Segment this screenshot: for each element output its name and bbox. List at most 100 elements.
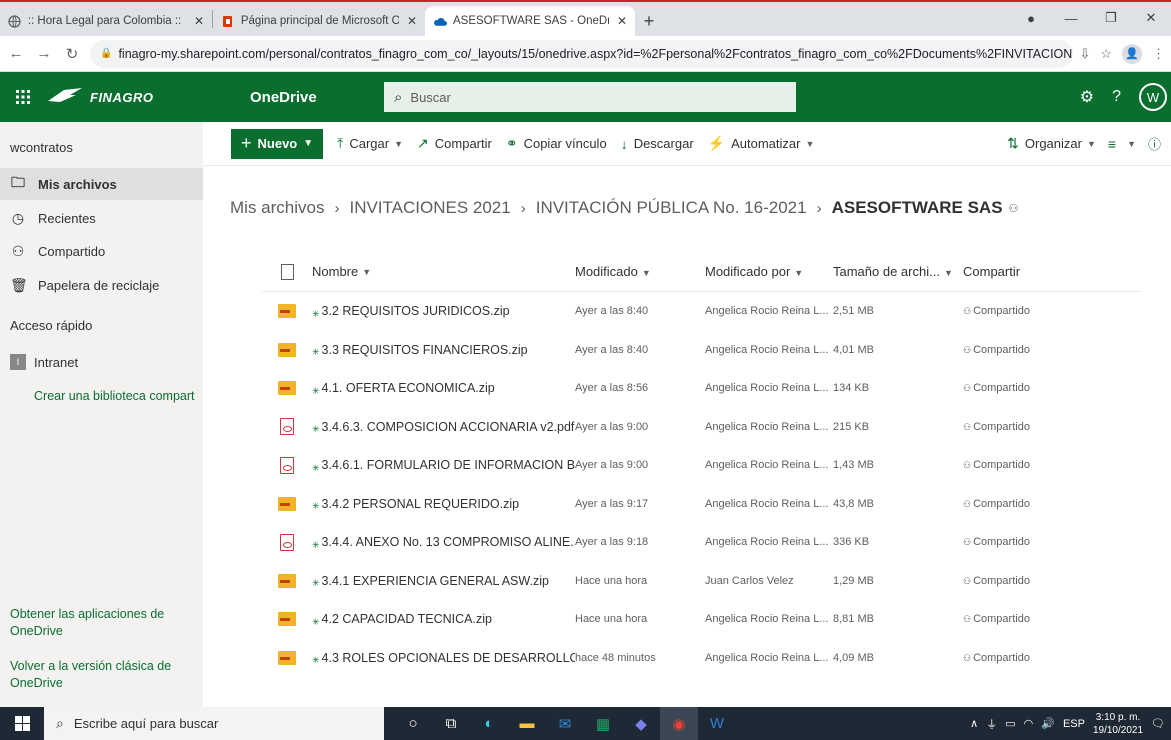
file-name[interactable]: 4.1. OFERTA ECONOMICA.zip (322, 381, 495, 395)
taskbar-search-input[interactable]: ⌕ Escribe aquí para buscar (44, 707, 384, 740)
nav-item-mis-archivos[interactable]: 🗀 Mis archivos (0, 168, 203, 200)
sharing-cell[interactable]: ⚇ Compartido (963, 382, 1113, 394)
table-row[interactable]: ✳ 3.4.2 PERSONAL REQUERIDO.zip Ayer a las … (262, 485, 1142, 524)
file-name[interactable]: 3.4.1 EXPERIENCIA GENERAL ASW.zip (322, 574, 549, 588)
file-name-cell[interactable]: ✳ 4.2 CAPACIDAD TECNICA.zip (312, 611, 575, 628)
sharing-cell[interactable]: ⚇ Compartido (963, 498, 1113, 510)
clock[interactable]: 3:10 p. m. 19/10/2021 (1093, 711, 1143, 737)
back-arrow-icon[interactable]: ← (4, 45, 28, 62)
info-icon[interactable]: ⓘ (1148, 134, 1161, 153)
create-library-link[interactable]: Crear una biblioteca compart (34, 388, 203, 405)
app-title[interactable]: OneDrive (250, 89, 380, 106)
word-icon[interactable]: W (698, 707, 736, 740)
view-switcher-button[interactable]: ≡ ▼ (1108, 136, 1136, 152)
notifications-icon[interactable]: 🗨 (1151, 717, 1165, 730)
avatar[interactable]: W (1139, 83, 1167, 111)
url-input[interactable]: 🔒 finagro-my.sharepoint.com/personal/con… (90, 39, 1074, 68)
new-button[interactable]: + Nuevo ▼ (231, 128, 324, 159)
file-name[interactable]: 3.4.2 PERSONAL REQUERIDO.zip (322, 497, 520, 511)
app-launcher-icon[interactable] (0, 72, 46, 122)
column-header-sharing[interactable]: Compartir (963, 264, 1113, 279)
close-icon[interactable]: ✕ (194, 14, 204, 28)
table-row[interactable]: ✳ 4.2 CAPACIDAD TECNICA.zip Hace una hora A… (262, 600, 1142, 639)
sharing-cell[interactable]: ⚇ Compartido (963, 575, 1113, 587)
column-header-modified-by[interactable]: Modificado por ▼ (705, 264, 833, 279)
task-view-icon[interactable]: ⧉ (432, 707, 470, 740)
edge-icon[interactable]: ◐ (470, 707, 508, 740)
upload-button[interactable]: ⤒ Cargar ▼ (337, 135, 403, 152)
table-row[interactable]: ✳ 4.1. OFERTA ECONOMICA.zip Ayer a las 8:5… (262, 369, 1142, 408)
file-name-cell[interactable]: ✳ 3.4.2 PERSONAL REQUERIDO.zip (312, 495, 575, 512)
outlook-icon[interactable]: ✉ (546, 707, 584, 740)
sharing-cell[interactable]: ⚇ Compartido (963, 421, 1113, 433)
table-row[interactable]: ✳ 3.4.6.3. COMPOSICION ACCIONARIA v2.pdf A… (262, 408, 1142, 447)
close-icon[interactable]: ✕ (617, 14, 627, 28)
copy-link-button[interactable]: ⚭ Copiar vínculo (506, 135, 607, 152)
share-button[interactable]: ↗ Compartir (417, 135, 492, 152)
file-name-cell[interactable]: ✳ 4.1. OFERTA ECONOMICA.zip (312, 380, 575, 397)
file-name-cell[interactable]: ✳ 3.4.6.1. FORMULARIO DE INFORMACION B... (312, 457, 575, 474)
sharing-cell[interactable]: ⚇ Compartido (963, 305, 1113, 317)
volume-icon[interactable]: 🔊 (1041, 717, 1055, 730)
column-header-size[interactable]: Tamaño de archi... ▼ (833, 264, 963, 279)
cortana-icon[interactable]: ○ (394, 707, 432, 740)
close-window-icon[interactable]: ✕ (1131, 10, 1171, 26)
browser-tab-onedrive[interactable]: ASESOFTWARE SAS - OneDrive ✕ (425, 6, 635, 36)
file-name-cell[interactable]: ✳ 3.4.6.3. COMPOSICION ACCIONARIA v2.pdf (312, 418, 575, 435)
chrome-icon[interactable]: ◉ (660, 707, 698, 740)
star-icon[interactable]: ☆ (1100, 46, 1112, 62)
battery-icon[interactable]: ▭ (1005, 717, 1015, 730)
chevron-up-icon[interactable]: ∧ (970, 717, 978, 730)
more-menu-icon[interactable]: ⋮ (1152, 46, 1165, 62)
forward-arrow-icon[interactable]: → (32, 45, 56, 62)
excel-icon[interactable]: ▦ (584, 707, 622, 740)
nav-item-papelera[interactable]: 🗑 Papelera de reciclaje (0, 269, 203, 301)
classic-view-link[interactable]: Volver a la versión clásica de OneDrive (10, 658, 180, 692)
file-type-header[interactable] (262, 263, 312, 280)
file-name[interactable]: 3.4.6.3. COMPOSICION ACCIONARIA v2.pdf (322, 420, 575, 434)
sharing-cell[interactable]: ⚇ Compartido (963, 344, 1113, 356)
reload-icon[interactable]: ↻ (60, 45, 84, 63)
breadcrumb-item[interactable]: Mis archivos (230, 198, 324, 218)
sharing-cell[interactable]: ⚇ Compartido (963, 536, 1113, 548)
usb-icon[interactable]: ⏚ (986, 716, 997, 732)
brand-logo[interactable]: FINAGRO (46, 72, 206, 122)
table-row[interactable]: ✳ 3.3 REQUISITOS FINANCIEROS.zip Ayer a la… (262, 331, 1142, 370)
column-header-name[interactable]: Nombre ▼ (312, 264, 575, 279)
restore-icon[interactable]: ❐ (1091, 10, 1131, 26)
nav-item-compartido[interactable]: ⚇ Compartido (0, 235, 203, 267)
breadcrumb-item[interactable]: INVITACIONES 2021 (349, 198, 510, 218)
search-input[interactable]: ⌕ Buscar (384, 82, 796, 112)
close-icon[interactable]: ✕ (407, 14, 417, 28)
breadcrumb-item[interactable]: INVITACIÓN PÚBLICA No. 16-2021 (536, 198, 807, 218)
minimize-icon[interactable]: — (1051, 11, 1091, 26)
browser-tab-microsoft-office[interactable]: Página principal de Microsoft Off ✕ (213, 6, 425, 36)
automate-button[interactable]: ⚡ Automatizar ▼ (708, 135, 815, 152)
file-name-cell[interactable]: ✳ 3.3 REQUISITOS FINANCIEROS.zip (312, 341, 575, 358)
table-row[interactable]: ✳ 3.4.1 EXPERIENCIA GENERAL ASW.zip Hace u… (262, 562, 1142, 601)
nav-item-recientes[interactable]: ◷ Recientes (0, 202, 203, 234)
table-row[interactable]: ✳ 4.3 ROLES OPCIONALES DE DESARROLLO.zip h… (262, 639, 1142, 678)
table-row[interactable]: ✳ 3.4.4. ANEXO No. 13 COMPROMISO ALINE...… (262, 523, 1142, 562)
windows-start-icon[interactable] (0, 707, 44, 740)
table-row[interactable]: ✳ 3.2 REQUISITOS JURIDICOS.zip Ayer a las … (262, 292, 1142, 331)
nav-item-intranet[interactable]: I Intranet (0, 346, 203, 378)
install-app-icon[interactable]: ⇩ (1079, 46, 1090, 62)
wifi-icon[interactable]: ◠ (1024, 717, 1034, 730)
download-button[interactable]: ↓ Descargar (621, 136, 694, 152)
file-name[interactable]: 3.2 REQUISITOS JURIDICOS.zip (322, 304, 510, 318)
file-name[interactable]: 3.4.6.1. FORMULARIO DE INFORMACION B... (322, 458, 575, 472)
record-icon[interactable]: ● (1011, 11, 1051, 26)
new-tab-button[interactable]: + (635, 6, 663, 36)
browser-tab-hora-legal[interactable]: :: Hora Legal para Colombia :: ✕ (0, 6, 212, 36)
file-name[interactable]: 4.2 CAPACIDAD TECNICA.zip (322, 612, 492, 626)
language-indicator[interactable]: ESP (1063, 718, 1085, 730)
table-row[interactable]: ✳ 3.4.6.1. FORMULARIO DE INFORMACION B...… (262, 446, 1142, 485)
sharing-cell[interactable]: ⚇ Compartido (963, 613, 1113, 625)
sharing-cell[interactable]: ⚇ Compartido (963, 652, 1113, 664)
organize-button[interactable]: ⇅ Organizar ▼ (1007, 135, 1096, 152)
column-header-modified[interactable]: Modificado ▼ (575, 264, 705, 279)
file-name-cell[interactable]: ✳ 3.4.1 EXPERIENCIA GENERAL ASW.zip (312, 572, 575, 589)
file-name[interactable]: 4.3 ROLES OPCIONALES DE DESARROLLO.zip (322, 651, 575, 665)
file-explorer-icon[interactable]: ▬ (508, 707, 546, 740)
